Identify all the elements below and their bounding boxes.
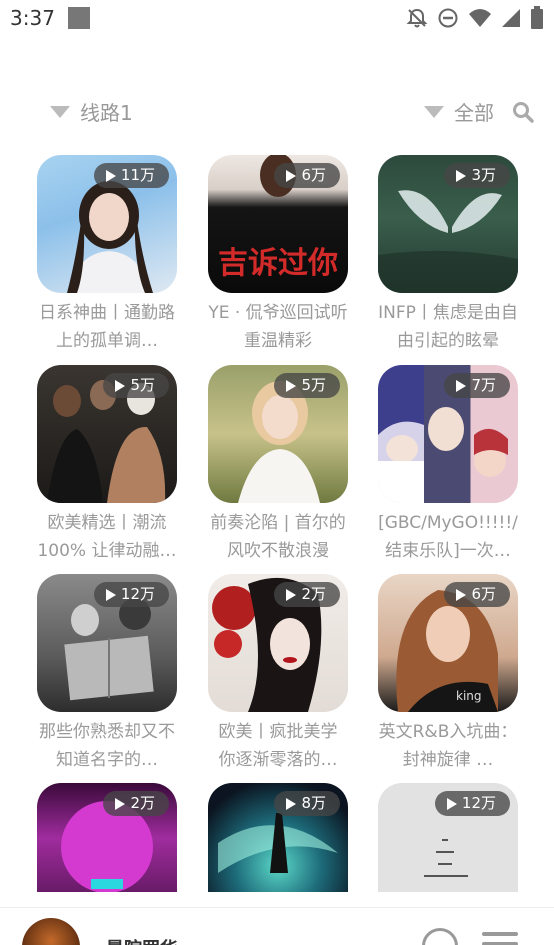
play-triangle-icon — [446, 797, 457, 810]
play-triangle-icon — [105, 169, 116, 182]
play-count-badge: 11万 — [93, 163, 169, 188]
playlist-card[interactable]: 12万 那些你熟悉却又不知道名字的… — [37, 574, 177, 774]
now-playing-title: 暑院罢华 — [106, 935, 178, 945]
now-playing-cover[interactable] — [22, 918, 80, 945]
status-bar: 3:37 — [0, 0, 554, 40]
playlist-queue-icon[interactable] — [482, 932, 518, 945]
play-count-badge: 2万 — [274, 582, 340, 607]
play-count: 2万 — [301, 585, 326, 603]
playlist-cover: 吉诉过你 6万 — [208, 155, 348, 293]
signal-icon — [502, 9, 520, 27]
route-label: 线路1 — [80, 101, 133, 125]
playlist-cover: 2万 — [208, 574, 348, 712]
playlist-card[interactable]: 7万 [GBC/MyGO!!!!!/结束乐队]一次… — [378, 365, 518, 565]
play-triangle-icon — [286, 797, 297, 810]
playlist-card[interactable]: 5万 前奏沦陷 | 首尔的风吹不散浪漫 — [208, 365, 348, 565]
status-time: 3:37 — [10, 6, 55, 30]
filter-row: 线路1 全部 — [0, 92, 554, 132]
cover-text: 吉诉过你 — [218, 246, 338, 281]
play-count-badge: 12万 — [434, 791, 510, 816]
playlist-cover: 2万 — [37, 783, 177, 892]
category-selector[interactable]: 全部 — [454, 97, 494, 126]
play-triangle-icon — [456, 169, 467, 182]
play-triangle-icon — [456, 379, 467, 392]
playlist-card[interactable]: 2万 — [37, 783, 177, 892]
play-count-badge: 7万 — [444, 373, 510, 398]
playlist-title: 日系神曲丨通勤路上的孤单调… — [39, 303, 175, 351]
dropdown-triangle-icon — [50, 105, 70, 118]
playlist-card[interactable]: 吉诉过你 6万 YE · 侃爷巡回试听 重温精彩 — [208, 155, 348, 355]
playlist-card[interactable]: 2万 欧美丨疯批美学 你逐渐零落的… — [208, 574, 348, 774]
play-count: 3万 — [471, 166, 496, 184]
play-count: 11万 — [120, 166, 155, 184]
play-count: 12万 — [120, 585, 155, 603]
play-count: 5万 — [301, 376, 326, 394]
playlist-title: 那些你熟悉却又不知道名字的… — [39, 722, 175, 770]
play-count: 6万 — [301, 166, 326, 184]
play-count-badge: 6万 — [274, 163, 340, 188]
playlist-card[interactable]: 5万 欧美精选丨潮流100% 让律动融… — [37, 365, 177, 565]
playlist-cover: 11万 — [37, 155, 177, 293]
play-count-badge: 3万 — [444, 163, 510, 188]
playlist-card[interactable]: 12万 — [378, 783, 518, 892]
playlist-title: 前奏沦陷 | 首尔的风吹不散浪漫 — [210, 513, 346, 561]
playlist-title: INFP丨焦虑是由自由引起的眩晕 — [378, 303, 518, 351]
play-count: 5万 — [130, 376, 155, 394]
play-triangle-icon — [105, 588, 116, 601]
playlist-title: 欧美丨疯批美学 你逐渐零落的… — [218, 722, 338, 770]
cover-text: king — [456, 689, 482, 703]
playlist-title: [GBC/MyGO!!!!!/结束乐队]一次… — [378, 513, 518, 561]
mini-player[interactable]: 暑院罢华 — [0, 907, 554, 945]
play-triangle-icon — [456, 588, 467, 601]
notification-square-icon — [68, 7, 90, 29]
playlist-title: YE · 侃爷巡回试听 重温精彩 — [208, 303, 348, 351]
play-triangle-icon — [286, 379, 297, 392]
playlist-cover: 3万 — [378, 155, 518, 293]
playlist-title: 欧美精选丨潮流100% 让律动融… — [37, 513, 177, 561]
play-count: 12万 — [461, 794, 496, 812]
play-count-badge: 2万 — [103, 791, 169, 816]
play-count-badge: 8万 — [274, 791, 340, 816]
do-not-disturb-icon — [438, 8, 458, 28]
bell-off-icon — [406, 8, 428, 28]
playlist-card[interactable]: 11万 日系神曲丨通勤路上的孤单调… — [37, 155, 177, 355]
play-triangle-icon — [115, 797, 126, 810]
play-triangle-icon — [286, 169, 297, 182]
playlist-cover: 12万 — [37, 574, 177, 712]
play-count-badge: 5万 — [274, 373, 340, 398]
playlist-card[interactable]: 3万 INFP丨焦虑是由自由引起的眩晕 — [378, 155, 518, 355]
play-count: 6万 — [471, 585, 496, 603]
playlist-card[interactable]: 8万 — [208, 783, 348, 892]
play-count-badge: 5万 — [103, 373, 169, 398]
play-count: 2万 — [130, 794, 155, 812]
playlist-cover: 7万 — [378, 365, 518, 503]
playlist-card[interactable]: king 6万 英文R&B入坑曲：封神旋律 … — [378, 574, 518, 774]
playlist-cover: king 6万 — [378, 574, 518, 712]
play-count-badge: 12万 — [93, 582, 169, 607]
play-count-badge: 6万 — [444, 582, 510, 607]
status-icons — [406, 6, 544, 30]
play-count: 7万 — [471, 376, 496, 394]
route-selector[interactable]: 线路1 — [50, 97, 133, 126]
playlist-grid: 11万 日系神曲丨通勤路上的孤单调… 吉诉过你 6万 YE · 侃爷巡回试听 重… — [0, 155, 554, 892]
playlist-cover: 12万 — [378, 783, 518, 892]
play-pause-icon[interactable] — [422, 928, 458, 945]
play-triangle-icon — [115, 379, 126, 392]
battery-icon — [531, 6, 543, 29]
wifi-icon — [469, 9, 491, 27]
search-icon[interactable] — [512, 101, 534, 123]
play-count: 8万 — [301, 794, 326, 812]
category-filter: 全部 — [424, 97, 534, 126]
playlist-cover: 5万 — [37, 365, 177, 503]
dropdown-triangle-icon — [424, 105, 444, 118]
play-triangle-icon — [286, 588, 297, 601]
playlist-cover: 5万 — [208, 365, 348, 503]
playlist-cover: 8万 — [208, 783, 348, 892]
playlist-title: 英文R&B入坑曲：封神旋律 … — [378, 722, 518, 770]
